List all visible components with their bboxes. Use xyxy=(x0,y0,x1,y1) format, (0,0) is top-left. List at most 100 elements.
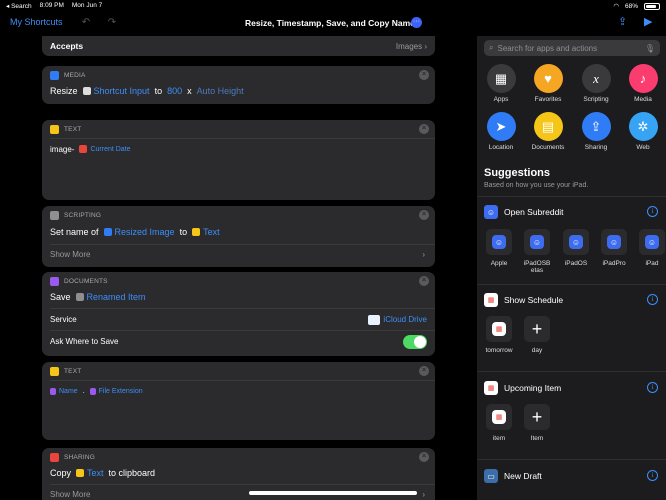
resized-image-variable[interactable]: Resized Image xyxy=(103,227,175,237)
document-icon xyxy=(50,387,56,395)
status-date: Mon Jun 7 xyxy=(71,2,103,9)
action-search-field[interactable]: ⌕ Search for apps and actions 🎙 xyxy=(484,40,660,56)
action-verb: Copy xyxy=(50,468,72,478)
status-bar: ◂ Search 8:09 PM Mon Jun 7 ◠ 68% xyxy=(0,0,666,12)
drafts-app-icon: ▭ xyxy=(484,469,498,483)
ask-where-toggle[interactable] xyxy=(403,334,427,349)
suggestions-subtitle: Based on how you use your iPad. xyxy=(484,182,589,189)
info-icon[interactable]: i xyxy=(647,470,658,481)
redo-icon[interactable]: ↷ xyxy=(106,17,118,29)
save-file-action[interactable]: DOCUMENTS × Save Renamed Item Service iC… xyxy=(42,272,435,356)
category-favorites[interactable]: ♥ Favorites xyxy=(528,64,568,103)
shortcut-editor: Accepts Images › MEDIA × Resize Shortcut… xyxy=(0,36,476,500)
delete-action-icon[interactable]: × xyxy=(419,276,429,286)
category-location[interactable]: ➤ Location xyxy=(481,112,521,151)
text-icon xyxy=(50,366,59,376)
my-shortcuts-button[interactable]: My Shortcuts xyxy=(10,17,63,27)
search-placeholder: Search for apps and actions xyxy=(497,43,598,53)
heart-icon: ♥ xyxy=(533,64,563,93)
current-date-variable[interactable]: Current Date xyxy=(79,145,131,153)
renamed-item-variable[interactable]: Renamed Item xyxy=(75,292,146,302)
calendar-app-icon: ▦ xyxy=(492,410,506,424)
resize-action[interactable]: MEDIA × Resize Shortcut Input to 800 x A… xyxy=(42,66,435,104)
category-scripting[interactable]: x Scripting xyxy=(576,64,616,103)
category-web[interactable]: ✲ Web xyxy=(623,112,663,151)
category-documents[interactable]: ▤ Documents xyxy=(528,112,568,151)
suggestion-tile[interactable]: + Item xyxy=(520,404,554,442)
show-more-button[interactable]: Show More › xyxy=(42,245,435,264)
nav-bar: My Shortcuts ↶ ↷ Resize, Timestamp, Save… xyxy=(0,12,666,36)
text-prefix[interactable]: image- xyxy=(50,145,74,154)
to-label: to xyxy=(154,86,163,96)
suggestion-tile[interactable]: ☺ iPadPro xyxy=(597,229,631,267)
delete-action-icon[interactable]: × xyxy=(419,366,429,376)
category-media[interactable]: ♪ Media xyxy=(623,64,663,103)
text-variable[interactable]: Text xyxy=(76,468,104,478)
delete-action-icon[interactable]: × xyxy=(419,70,429,80)
name-variable[interactable]: Name xyxy=(50,387,78,395)
height-field[interactable]: Auto Height xyxy=(197,86,244,96)
play-icon[interactable]: ▶ xyxy=(644,15,652,28)
delete-action-icon[interactable]: × xyxy=(419,210,429,220)
suggestion-tile[interactable]: ☺ iPadOS xyxy=(559,229,593,267)
back-to-search[interactable]: ◂ Search xyxy=(6,2,32,10)
text-action-2[interactable]: TEXT × Name . File Extension xyxy=(42,362,435,440)
x-icon: x xyxy=(581,64,611,93)
plus-icon: + xyxy=(531,407,543,427)
document-icon xyxy=(89,387,96,395)
accepts-value[interactable]: Images › xyxy=(396,42,427,51)
shortcut-input-variable[interactable]: Shortcut Input xyxy=(82,86,150,96)
suggestion-upcoming-item[interactable]: ▦ Upcoming Item i xyxy=(484,381,664,395)
apollo-app-icon: ☺ xyxy=(484,205,498,219)
delete-action-icon[interactable]: × xyxy=(419,124,429,134)
compass-icon: ✲ xyxy=(628,112,658,141)
microphone-icon[interactable]: 🎙 xyxy=(645,44,655,53)
sharing-icon xyxy=(50,452,59,462)
more-options-icon[interactable]: ··· xyxy=(411,17,422,28)
action-verb: Set name of xyxy=(50,227,99,237)
shortcut-title[interactable]: Resize, Timestamp, Save, and Copy Name xyxy=(245,18,415,28)
suggestion-tile[interactable]: ☺ iPad xyxy=(635,229,666,267)
service-picker[interactable]: iCloud Drive xyxy=(368,314,427,325)
apollo-app-icon: ☺ xyxy=(569,235,583,249)
action-verb: Save xyxy=(50,292,71,302)
info-icon[interactable]: i xyxy=(647,294,658,305)
chevron-right-icon: › xyxy=(422,490,425,499)
suggestion-tile[interactable]: ▦ item xyxy=(482,404,516,442)
scripting-icon xyxy=(50,210,59,220)
calendar-icon xyxy=(79,145,88,153)
actions-panel: ⌕ Search for apps and actions 🎙 ▦ Apps ♥ F… xyxy=(477,36,666,500)
dot-separator[interactable]: . xyxy=(83,388,85,395)
suggestion-tile[interactable]: ☺ Apple xyxy=(482,229,516,267)
text-icon xyxy=(76,469,85,477)
action-verb: Resize xyxy=(50,86,78,96)
suggestions-title: Suggestions xyxy=(484,167,551,179)
info-icon[interactable]: i xyxy=(647,206,658,217)
width-field[interactable]: 800 xyxy=(167,86,182,96)
text-icon xyxy=(192,228,201,236)
set-name-action[interactable]: SCRIPTING × Set name of Resized Image to… xyxy=(42,206,435,267)
suggestion-tile[interactable]: ☺ iPadOSB etas xyxy=(520,229,554,274)
calendar-app-icon: ▦ xyxy=(484,293,498,307)
undo-icon[interactable]: ↶ xyxy=(80,17,92,29)
info-icon[interactable]: i xyxy=(647,382,658,393)
suggestion-tile[interactable]: + day xyxy=(520,316,554,354)
file-extension-variable[interactable]: File Extension xyxy=(89,387,143,395)
home-indicator xyxy=(249,491,417,495)
category-apps[interactable]: ▦ Apps xyxy=(481,64,521,103)
delete-action-icon[interactable]: × xyxy=(419,452,429,462)
suggestion-new-draft[interactable]: ▭ New Draft i xyxy=(484,469,664,483)
suggestion-show-schedule[interactable]: ▦ Show Schedule i xyxy=(484,293,664,307)
category-sharing[interactable]: ⇪ Sharing xyxy=(576,112,616,151)
variable-icon xyxy=(82,87,91,95)
suggestion-tile[interactable]: ▦ tomorrow xyxy=(482,316,516,354)
accepts-row[interactable]: Accepts Images › xyxy=(42,36,435,56)
action-category: TEXT xyxy=(64,367,82,375)
to-label: to xyxy=(179,227,188,237)
text-variable[interactable]: Text xyxy=(192,227,220,237)
suggestion-open-subreddit[interactable]: ☺ Open Subreddit i xyxy=(484,205,664,219)
share-icon[interactable]: ⇪ xyxy=(618,15,627,28)
battery-icon xyxy=(644,2,660,10)
text-action-1[interactable]: TEXT × image- Current Date xyxy=(42,120,435,200)
text-icon xyxy=(50,124,59,134)
